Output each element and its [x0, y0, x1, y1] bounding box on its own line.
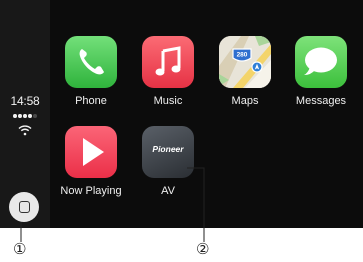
- callout-line-2: [187, 167, 205, 242]
- callout-number-2: ②: [196, 240, 210, 258]
- callout-number-1: ①: [13, 240, 27, 258]
- callout-leader-lines: [20, 167, 205, 242]
